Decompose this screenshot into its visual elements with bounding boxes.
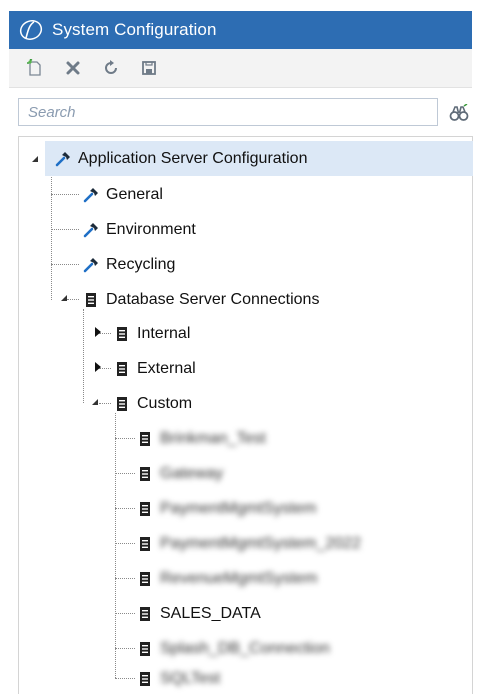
tree-item-sales-data[interactable]: SALES_DATA	[137, 596, 261, 631]
tree-connector	[51, 264, 79, 265]
search-box	[18, 98, 438, 126]
tree-item-label: Database Server Connections	[106, 290, 320, 308]
delete-button[interactable]	[62, 57, 84, 79]
new-document-icon	[27, 59, 41, 76]
tree-connector	[99, 403, 111, 404]
tree-item-label: Recycling	[106, 255, 176, 273]
expand-toggle-database-server-connections[interactable]	[59, 293, 69, 303]
hammer-icon	[83, 187, 99, 203]
tree-item-recycling[interactable]: Recycling	[83, 247, 175, 282]
tree-item-label: General	[106, 185, 163, 203]
tree-item-label: Application Server Configuration	[78, 149, 308, 167]
tree-item-custom-connection[interactable]: PaymentMgmtSystem_2022	[137, 526, 361, 561]
hammer-icon	[55, 151, 71, 167]
toolbar	[9, 49, 472, 88]
collapsed-triangle-icon	[95, 362, 101, 372]
expanded-triangle-icon	[92, 399, 98, 405]
config-tree: Application Server Configuration General…	[19, 137, 473, 696]
tree-item-label: PaymentMgmtSystem	[160, 499, 317, 517]
search-input[interactable]	[18, 98, 438, 126]
tree-item-custom-connection[interactable]: Gateway	[137, 456, 223, 491]
tree-item-custom-connection[interactable]: SQLTest	[137, 661, 220, 696]
tree-connector	[115, 678, 135, 679]
tree-connector	[51, 229, 79, 230]
database-icon	[137, 641, 153, 657]
database-icon	[114, 361, 130, 377]
database-icon	[114, 326, 130, 342]
tree-item-internal[interactable]: Internal	[114, 316, 190, 351]
tree-item-label: Custom	[137, 394, 193, 412]
tree-item-custom-connection[interactable]: PaymentMgmtSystem	[137, 491, 316, 526]
new-button[interactable]	[24, 57, 46, 79]
tree-item-custom-connection[interactable]: RevenueMgmtSystem	[137, 561, 317, 596]
expand-toggle-root[interactable]	[30, 154, 40, 164]
tree-item-application-server-configuration[interactable]: Application Server Configuration	[45, 141, 473, 176]
tree-item-custom-connection[interactable]: Brinkman_Test	[137, 421, 266, 456]
tree-connector	[115, 508, 135, 509]
tree-connector	[115, 543, 135, 544]
tree-connector	[115, 578, 135, 579]
database-icon	[137, 431, 153, 447]
refresh-button[interactable]	[100, 57, 122, 79]
database-icon	[137, 571, 153, 587]
tree-item-label: RevenueMgmtSystem	[160, 569, 318, 587]
collapsed-triangle-icon	[95, 327, 101, 337]
tree-item-label: External	[137, 359, 196, 377]
database-icon	[137, 606, 153, 622]
expand-toggle-internal[interactable]	[93, 327, 103, 337]
tree-item-label: SQLTest	[160, 669, 221, 687]
hammer-icon	[83, 257, 99, 273]
database-icon	[137, 501, 153, 517]
tree-connector	[115, 413, 116, 678]
expand-toggle-external[interactable]	[93, 362, 103, 372]
tree-item-label: Gateway	[160, 464, 224, 482]
hammer-icon	[83, 222, 99, 238]
tree-item-external[interactable]: External	[114, 351, 196, 386]
tree-item-label: PaymentMgmtSystem_2022	[160, 534, 361, 552]
database-icon	[114, 396, 130, 412]
save-button[interactable]	[138, 57, 160, 79]
database-icon	[137, 671, 153, 687]
tree-item-label: Brinkman_Test	[160, 429, 266, 447]
tree-item-label: SALES_DATA	[160, 604, 261, 622]
window-title: System Configuration	[52, 20, 217, 39]
tree-item-environment[interactable]: Environment	[83, 212, 196, 247]
refresh-icon	[105, 60, 117, 74]
delete-x-icon	[66, 61, 80, 75]
tree-connector	[115, 473, 135, 474]
tree-item-label: Splash_DB_Connection	[160, 639, 330, 657]
tree-connector	[83, 309, 84, 403]
tree-connector	[115, 613, 135, 614]
expand-toggle-custom[interactable]	[90, 397, 100, 407]
tree-item-database-server-connections[interactable]: Database Server Connections	[83, 282, 319, 317]
tree-item-general[interactable]: General	[83, 177, 163, 212]
expanded-triangle-icon	[61, 295, 67, 301]
expanded-triangle-icon	[32, 156, 38, 162]
search-binoculars-icon[interactable]	[449, 103, 469, 123]
tree-item-label: Internal	[137, 324, 191, 342]
tree-item-label: Environment	[106, 220, 196, 238]
app-logo-icon	[18, 17, 44, 43]
title-bar: System Configuration	[9, 11, 472, 49]
database-icon	[83, 292, 99, 308]
tree-connector	[115, 648, 135, 649]
tree-connector	[115, 438, 135, 439]
tree-item-custom[interactable]: Custom	[114, 386, 192, 421]
tree-connector	[51, 194, 79, 195]
database-icon	[137, 536, 153, 552]
save-disk-icon	[142, 61, 156, 75]
config-tree-panel: Application Server Configuration General…	[18, 136, 473, 694]
database-icon	[137, 466, 153, 482]
